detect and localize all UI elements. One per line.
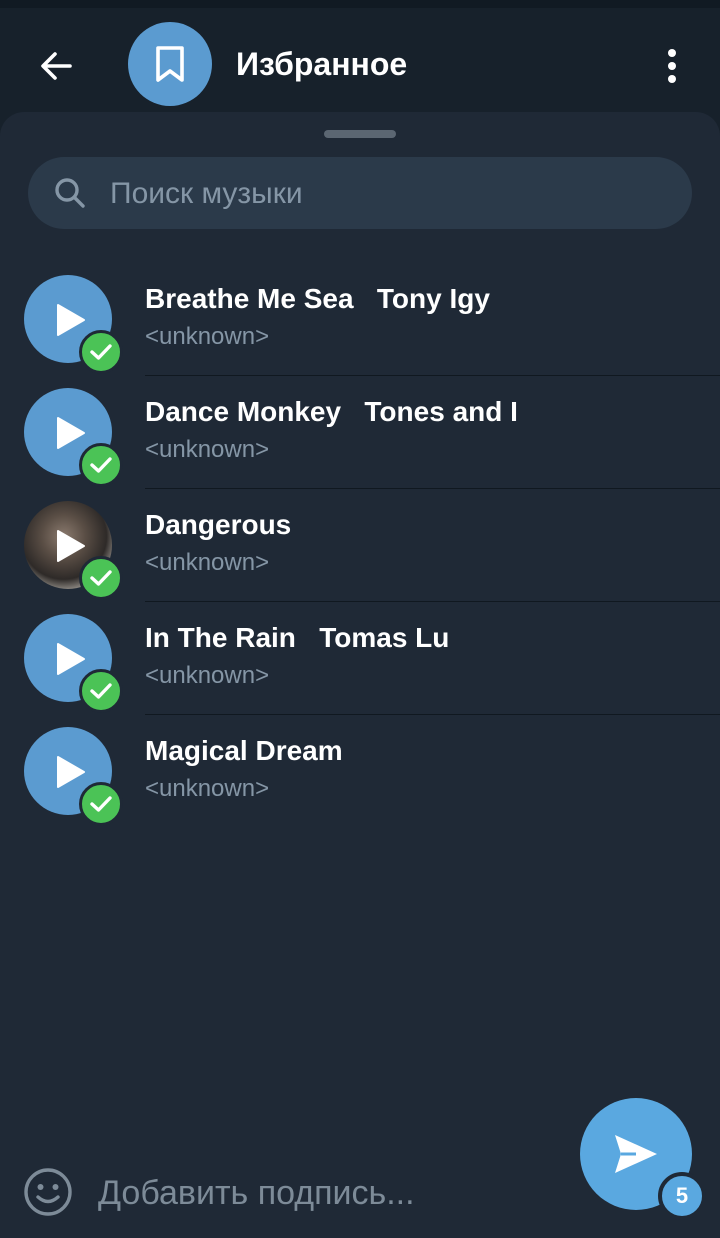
divider xyxy=(145,488,720,489)
drag-handle[interactable] xyxy=(324,130,396,138)
track-row[interactable]: Breathe Me Sea Tony Igy <unknown> xyxy=(0,275,720,388)
arrow-left-icon xyxy=(41,52,72,80)
emoji-button[interactable] xyxy=(22,1166,74,1218)
track-artist: <unknown> xyxy=(145,775,270,802)
track-title: Dangerous xyxy=(145,509,292,540)
search-input[interactable] xyxy=(108,175,672,213)
music-picker-sheet: Breathe Me Sea Tony Igy<unknown>Dance Mo… xyxy=(0,112,720,1238)
track-row[interactable]: Magical Dream <unknown> xyxy=(0,727,720,840)
track-row[interactable]: Dangerous <unknown> xyxy=(0,501,720,614)
divider xyxy=(145,714,720,715)
selected-check-icon[interactable] xyxy=(79,330,123,374)
track-row[interactable]: Dance Monkey Tones and I <unknown> xyxy=(0,388,720,501)
search-icon xyxy=(55,178,85,208)
selected-check-icon[interactable] xyxy=(79,443,123,487)
selected-check-icon[interactable] xyxy=(79,669,123,713)
search-bar[interactable] xyxy=(28,157,692,229)
play-icon[interactable] xyxy=(56,642,86,676)
avatar[interactable] xyxy=(128,22,212,106)
play-icon[interactable] xyxy=(56,755,86,789)
selected-count-badge: 5 xyxy=(658,1172,706,1220)
track-title: Breathe Me Sea Tony Igy xyxy=(145,283,490,314)
play-icon[interactable] xyxy=(56,416,86,450)
track-artist: <unknown> xyxy=(145,323,270,350)
caption-input[interactable] xyxy=(96,1170,560,1216)
header: Избранное xyxy=(0,8,720,120)
more-vertical-icon xyxy=(668,49,676,83)
track-row[interactable]: In The Rain Tomas Lu <unknown> xyxy=(0,614,720,727)
selected-check-icon[interactable] xyxy=(79,782,123,826)
divider xyxy=(145,601,720,602)
send-icon xyxy=(615,1135,657,1173)
track-title: Magical Dream xyxy=(145,735,343,766)
track-artist: <unknown> xyxy=(145,549,270,576)
selected-check-icon[interactable] xyxy=(79,556,123,600)
bookmark-icon xyxy=(156,46,184,82)
more-menu-button[interactable] xyxy=(648,38,696,94)
divider xyxy=(145,375,720,376)
back-button[interactable] xyxy=(28,38,84,94)
track-title: In The Rain Tomas Lu xyxy=(145,622,450,653)
smile-icon xyxy=(24,1168,72,1216)
status-bar xyxy=(0,0,720,8)
track-title: Dance Monkey Tones and I xyxy=(145,396,518,427)
play-icon[interactable] xyxy=(56,303,86,337)
play-icon[interactable] xyxy=(56,529,86,563)
page-title: Избранное xyxy=(236,46,408,82)
track-artist: <unknown> xyxy=(145,662,270,689)
track-artist: <unknown> xyxy=(145,436,270,463)
